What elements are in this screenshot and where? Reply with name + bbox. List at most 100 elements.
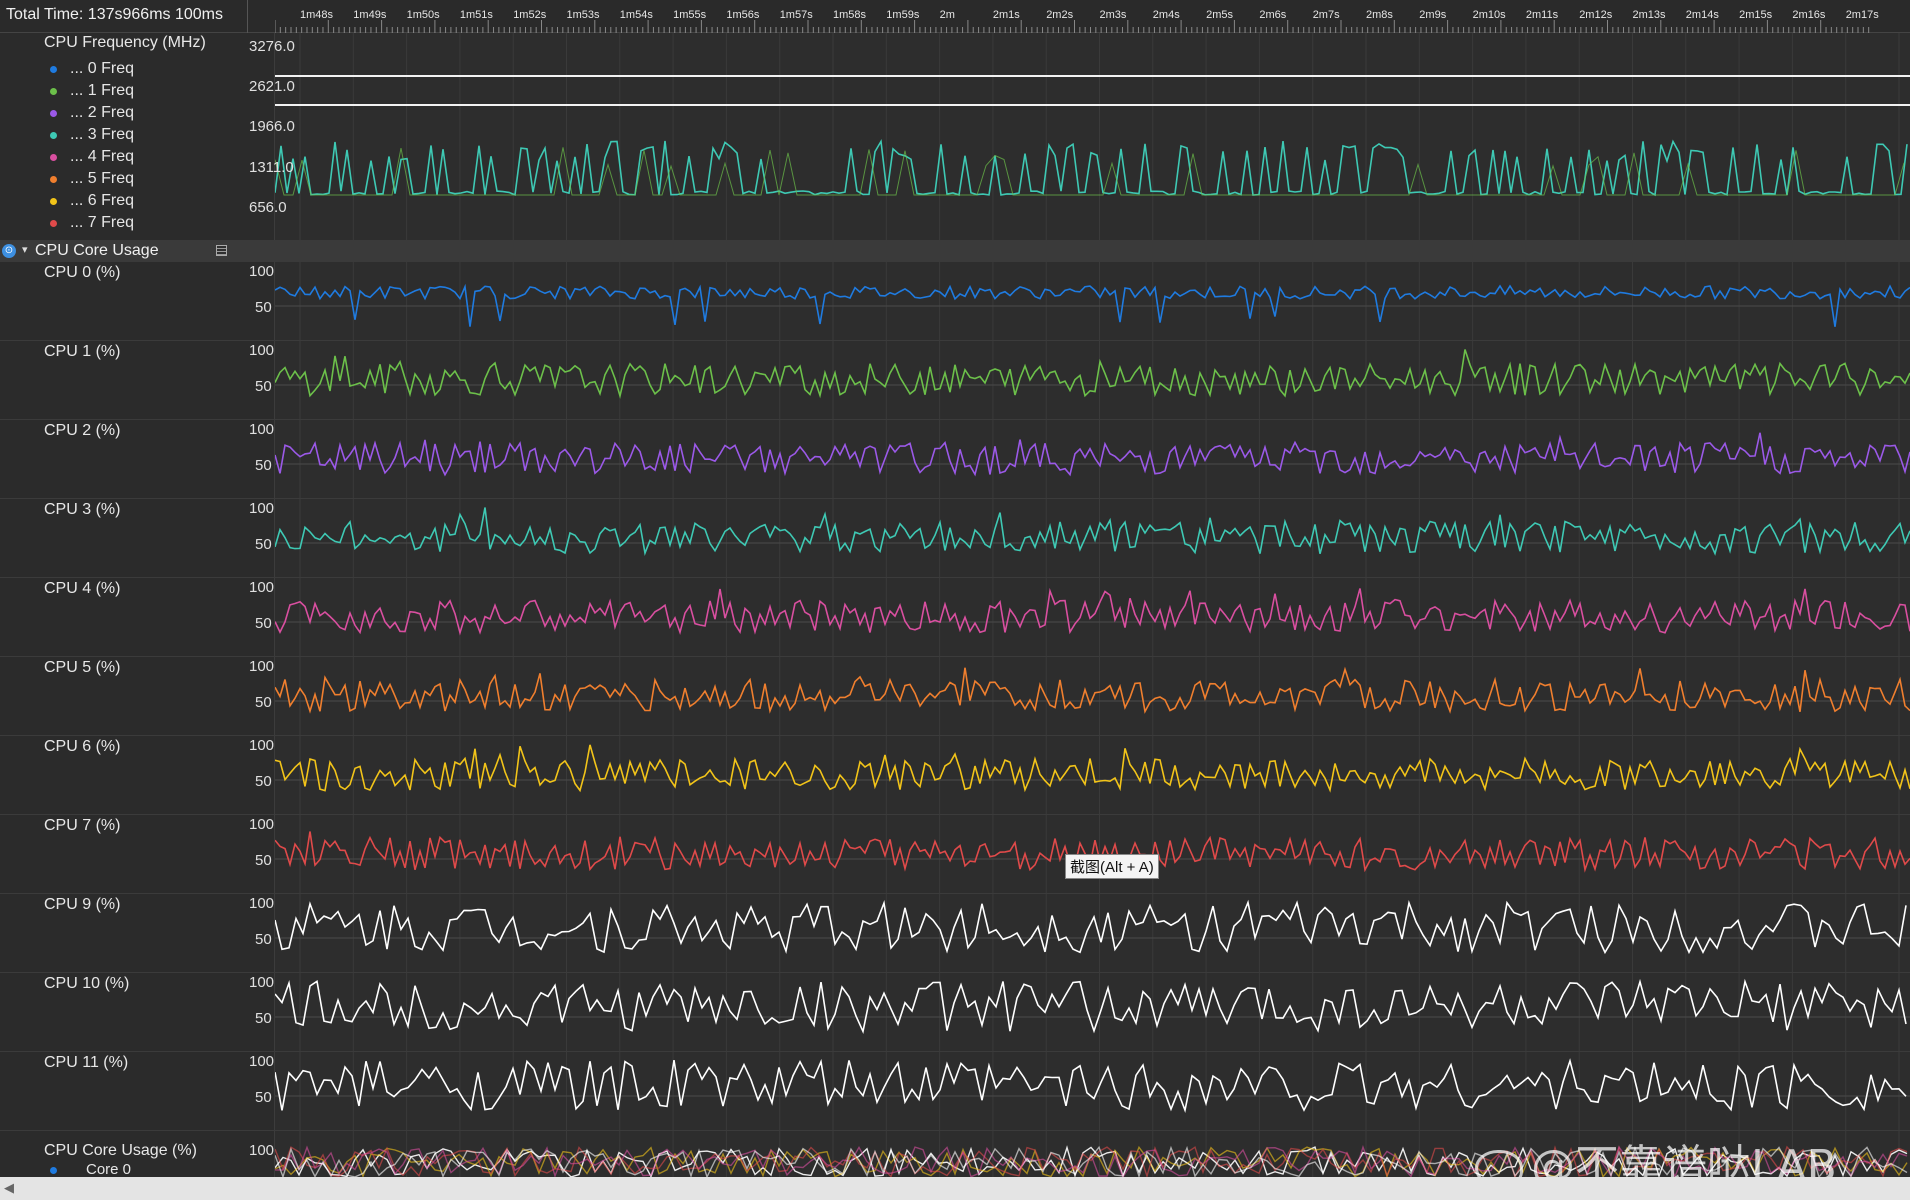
ruler-label: 2m13s: [1633, 9, 1667, 21]
row-separator: [0, 577, 1910, 578]
ruler-label: 1m56s: [726, 9, 760, 21]
legend-label: ... 7 Freq: [70, 214, 135, 231]
ruler-label: 2m10s: [1473, 9, 1507, 21]
ruler-label: 2m2s: [1046, 9, 1073, 21]
core-axis-top: 100: [249, 579, 275, 596]
core-axis-mid: 50: [255, 536, 272, 553]
row-separator: [0, 972, 1910, 973]
core-usage-series: [275, 1058, 1907, 1113]
ruler-label: 1m59s: [886, 9, 920, 21]
row-separator: [0, 340, 1910, 341]
freq-track-title: CPU Frequency (MHz): [44, 34, 206, 51]
core-track-label: CPU 0 (%): [44, 264, 121, 281]
core-axis-mid: 50: [255, 694, 272, 711]
core-axis-top: 100: [249, 342, 275, 359]
core-usage-series: [275, 978, 1907, 1034]
core-axis-mid: 50: [255, 931, 272, 948]
cpu-core-usage-group-header[interactable]: ⊙ ▾ CPU Core Usage: [0, 240, 1910, 262]
core-track-label: CPU 5 (%): [44, 659, 121, 676]
row-separator: [0, 1051, 1910, 1052]
core-axis-mid: 50: [255, 1089, 272, 1106]
row-separator: [0, 419, 1910, 420]
total-time-label: Total Time: 137s966ms 100ms: [6, 6, 223, 23]
legend-label: ... 1 Freq: [70, 82, 135, 99]
legend-dot: [50, 220, 57, 227]
freq-axis-label: 1966.0: [249, 118, 295, 135]
core-track-label: CPU 1 (%): [44, 343, 121, 360]
core-axis-top: 100: [249, 658, 275, 675]
freq-axis-label: 656.0: [249, 199, 287, 216]
ruler-label: 2m7s: [1313, 9, 1340, 21]
ruler-label: 1m54s: [620, 9, 654, 21]
scroll-left-arrow-icon[interactable]: ◀: [4, 1180, 14, 1196]
ruler-label: 2m12s: [1579, 9, 1613, 21]
core-axis-top: 100: [249, 816, 275, 833]
ruler-label: 1m58s: [833, 9, 867, 21]
core-axis-mid: 50: [255, 378, 272, 395]
legend-dot: [50, 66, 57, 73]
ruler-label: 2m16s: [1792, 9, 1826, 21]
core-axis-top: 100: [249, 263, 275, 280]
ruler-label: 1m49s: [353, 9, 387, 21]
screenshot-tooltip: 截图(Alt + A): [1065, 854, 1159, 879]
core-axis-mid: 50: [255, 852, 272, 869]
legend-dot: [50, 88, 57, 95]
ruler-label: 2m11s: [1526, 9, 1559, 21]
core-track-label: CPU 3 (%): [44, 501, 121, 518]
group-title: CPU Core Usage: [35, 242, 159, 259]
ruler-label: 1m48s: [300, 9, 334, 21]
ruler-label: 2m6s: [1259, 9, 1286, 21]
legend-dot: [50, 176, 57, 183]
legend-label: ... 2 Freq: [70, 104, 135, 121]
core-usage-series: [275, 507, 1910, 557]
ruler-label: 2m1s: [993, 9, 1020, 21]
ruler-label: 1m55s: [673, 9, 707, 21]
ruler-label: 2m3s: [1100, 9, 1127, 21]
core-axis-mid: 50: [255, 457, 272, 474]
ruler-label: 1m53s: [567, 9, 601, 21]
core-usage-series: [275, 432, 1910, 477]
legend-label: ... 4 Freq: [70, 148, 135, 165]
core-usage-series: [275, 744, 1910, 793]
core-track-label: CPU 10 (%): [44, 975, 130, 992]
core-track-label: CPU 7 (%): [44, 817, 121, 834]
info-icon: ⊙: [2, 244, 16, 258]
ruler-label: 2m14s: [1686, 9, 1720, 21]
freq-series: [275, 138, 1908, 197]
core-axis-mid: 50: [255, 615, 272, 632]
ruler-label: 2m4s: [1153, 9, 1180, 21]
core-axis-top: 100: [249, 421, 275, 438]
legend-label: ... 3 Freq: [70, 126, 135, 143]
core-track-label: CPU 4 (%): [44, 580, 121, 597]
ruler-label: 2m: [940, 9, 955, 21]
ruler-label: 2m17s: [1846, 9, 1880, 21]
ruler-label: 2m8s: [1366, 9, 1393, 21]
core-track-label: CPU 11 (%): [44, 1054, 129, 1071]
freq-axis-label: 2621.0: [249, 78, 295, 95]
row-separator: [0, 735, 1910, 736]
core-track-label: CPU 9 (%): [44, 896, 121, 913]
row-separator: [0, 814, 1910, 815]
combined-track-title: CPU Core Usage (%): [44, 1142, 197, 1159]
core-axis-top: 100: [249, 500, 275, 517]
track-menu-icon[interactable]: [216, 245, 227, 256]
legend-dot: [50, 132, 57, 139]
core-track-label: CPU 6 (%): [44, 738, 121, 755]
core-axis-top: 100: [249, 974, 275, 991]
ruler-label: 2m9s: [1419, 9, 1446, 21]
core-axis-top: 100: [249, 895, 275, 912]
time-ruler[interactable]: 1m48s 1m49s 1m50s 1m51s 1m52s 1m53s 1m54s 1m55s…: [275, 0, 1910, 33]
plot-area[interactable]: [275, 33, 1910, 1177]
horizontal-scrollbar[interactable]: ◀: [0, 1177, 1910, 1200]
ruler-label: 1m51s: [460, 9, 494, 21]
ruler-label: 1m57s: [780, 9, 814, 21]
legend-label: ... 5 Freq: [70, 170, 135, 187]
legend-dot: [50, 1167, 57, 1174]
ruler-label: 1m50s: [407, 9, 441, 21]
collapse-arrow-icon[interactable]: ▾: [22, 243, 28, 256]
freq-axis-label: 1311.0: [249, 159, 294, 176]
ruler-label: 2m5s: [1206, 9, 1233, 21]
core-track-label: CPU 2 (%): [44, 422, 121, 439]
legend-dot: [50, 154, 57, 161]
ruler-label: 1m52s: [513, 9, 547, 21]
